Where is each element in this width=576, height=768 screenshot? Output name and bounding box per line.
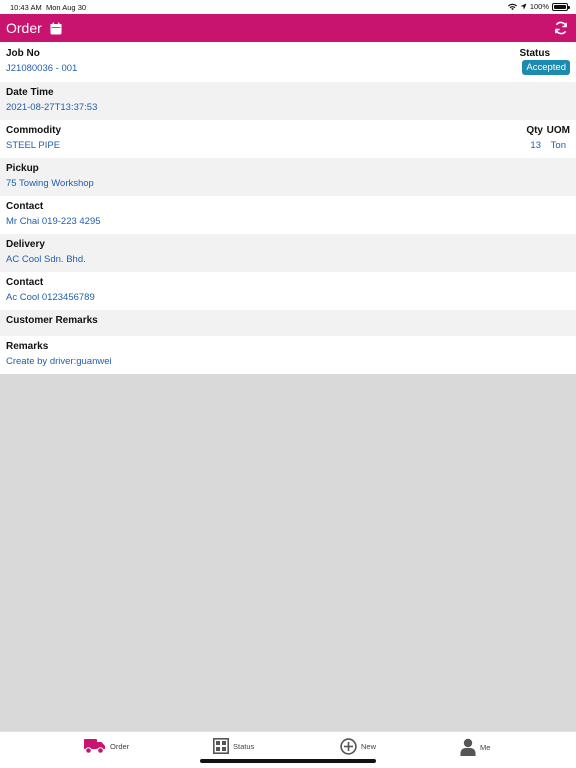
status-label: Status (519, 48, 550, 59)
status-date: Mon Aug 30 (46, 3, 87, 12)
commodity-value: STEEL PIPE (6, 140, 61, 151)
job-no-label: Job No (6, 48, 40, 59)
grid-icon (213, 738, 229, 754)
order-details: Job No J21080036 - 001 Status Accepted D… (0, 42, 576, 374)
tab-order-label: Order (110, 741, 130, 751)
plus-circle-icon (340, 738, 357, 755)
customer-remarks-row: Customer Remarks (0, 310, 576, 336)
commodity-row: Commodity STEEL PIPE Qty UOM 13 Ton (0, 120, 576, 158)
pickup-value: 75 Towing Workshop (6, 178, 94, 189)
pickup-contact-value[interactable]: Mr Chai 019-223 4295 (6, 216, 101, 227)
job-no-value: J21080036 - 001 (6, 63, 78, 74)
job-row: Job No J21080036 - 001 Status Accepted (0, 42, 576, 82)
location-icon (520, 3, 527, 10)
qty-value: 13 (530, 140, 541, 151)
commodity-label: Commodity (6, 125, 61, 136)
pickup-label: Pickup (6, 163, 39, 174)
tab-status[interactable]: Status (213, 738, 254, 754)
tab-new-label: New (361, 742, 377, 751)
pickup-contact-row: Contact Mr Chai 019-223 4295 (0, 196, 576, 234)
battery-icon (552, 2, 570, 11)
pickup-row: Pickup 75 Towing Workshop (0, 158, 576, 196)
datetime-value: 2021-08-27T13:37:53 (6, 102, 98, 113)
system-status-bar: 10:43 AM Mon Aug 30 100% (0, 0, 576, 14)
delivery-label: Delivery (6, 239, 45, 250)
remarks-row: Remarks Create by driver:guanwei (0, 336, 576, 374)
tab-bar: Order Status New Me (0, 731, 576, 768)
tab-new[interactable]: New (340, 738, 376, 755)
app-header: Order (0, 14, 576, 42)
datetime-row: Date Time 2021-08-27T13:37:53 (0, 82, 576, 120)
delivery-contact-row: Contact Ac Cool 0123456789 (0, 272, 576, 310)
wifi-icon (507, 3, 517, 10)
page-title: Order (6, 20, 42, 36)
qty-label: Qty (526, 125, 543, 136)
status-right-group: 100% (507, 2, 570, 11)
remarks-value: Create by driver:guanwei (6, 356, 112, 367)
uom-label: UOM (546, 125, 570, 136)
tab-status-label: Status (233, 741, 255, 751)
status-time: 10:43 AM (10, 3, 42, 12)
delivery-contact-value[interactable]: Ac Cool 0123456789 (6, 292, 95, 303)
datetime-label: Date Time (6, 87, 54, 98)
battery-percent: 100% (529, 2, 549, 11)
calendar-icon[interactable] (50, 22, 62, 35)
status-badge: Accepted (522, 60, 570, 75)
delivery-contact-label: Contact (6, 277, 44, 288)
tab-order[interactable]: Order (84, 738, 129, 754)
remarks-label: Remarks (6, 341, 49, 352)
refresh-icon[interactable] (554, 21, 568, 35)
delivery-row: Delivery AC Cool Sdn. Bhd. (0, 234, 576, 272)
home-indicator[interactable] (200, 759, 376, 763)
tab-me[interactable]: Me (460, 738, 490, 756)
uom-value: Ton (550, 140, 566, 151)
tab-me-label: Me (480, 742, 491, 752)
delivery-value: AC Cool Sdn. Bhd. (6, 254, 86, 265)
person-icon (460, 738, 476, 756)
customer-remarks-label: Customer Remarks (6, 315, 98, 326)
pickup-contact-label: Contact (6, 201, 44, 212)
truck-icon (84, 739, 105, 754)
